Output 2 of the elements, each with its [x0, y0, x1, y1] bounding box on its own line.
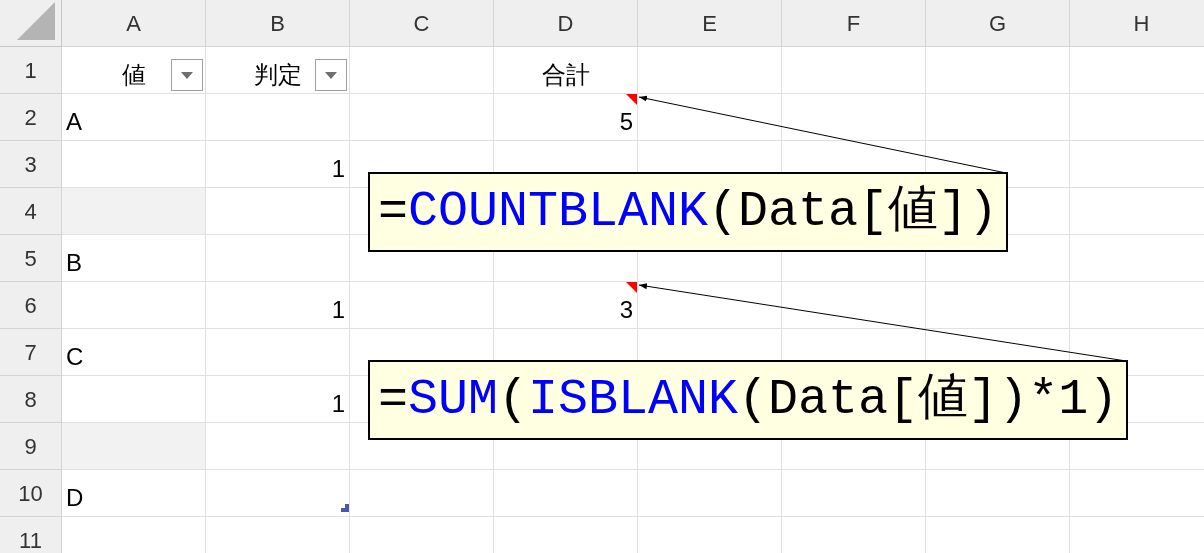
cell-text: 判定 — [253, 63, 302, 87]
cell-text: 値 — [121, 63, 146, 87]
